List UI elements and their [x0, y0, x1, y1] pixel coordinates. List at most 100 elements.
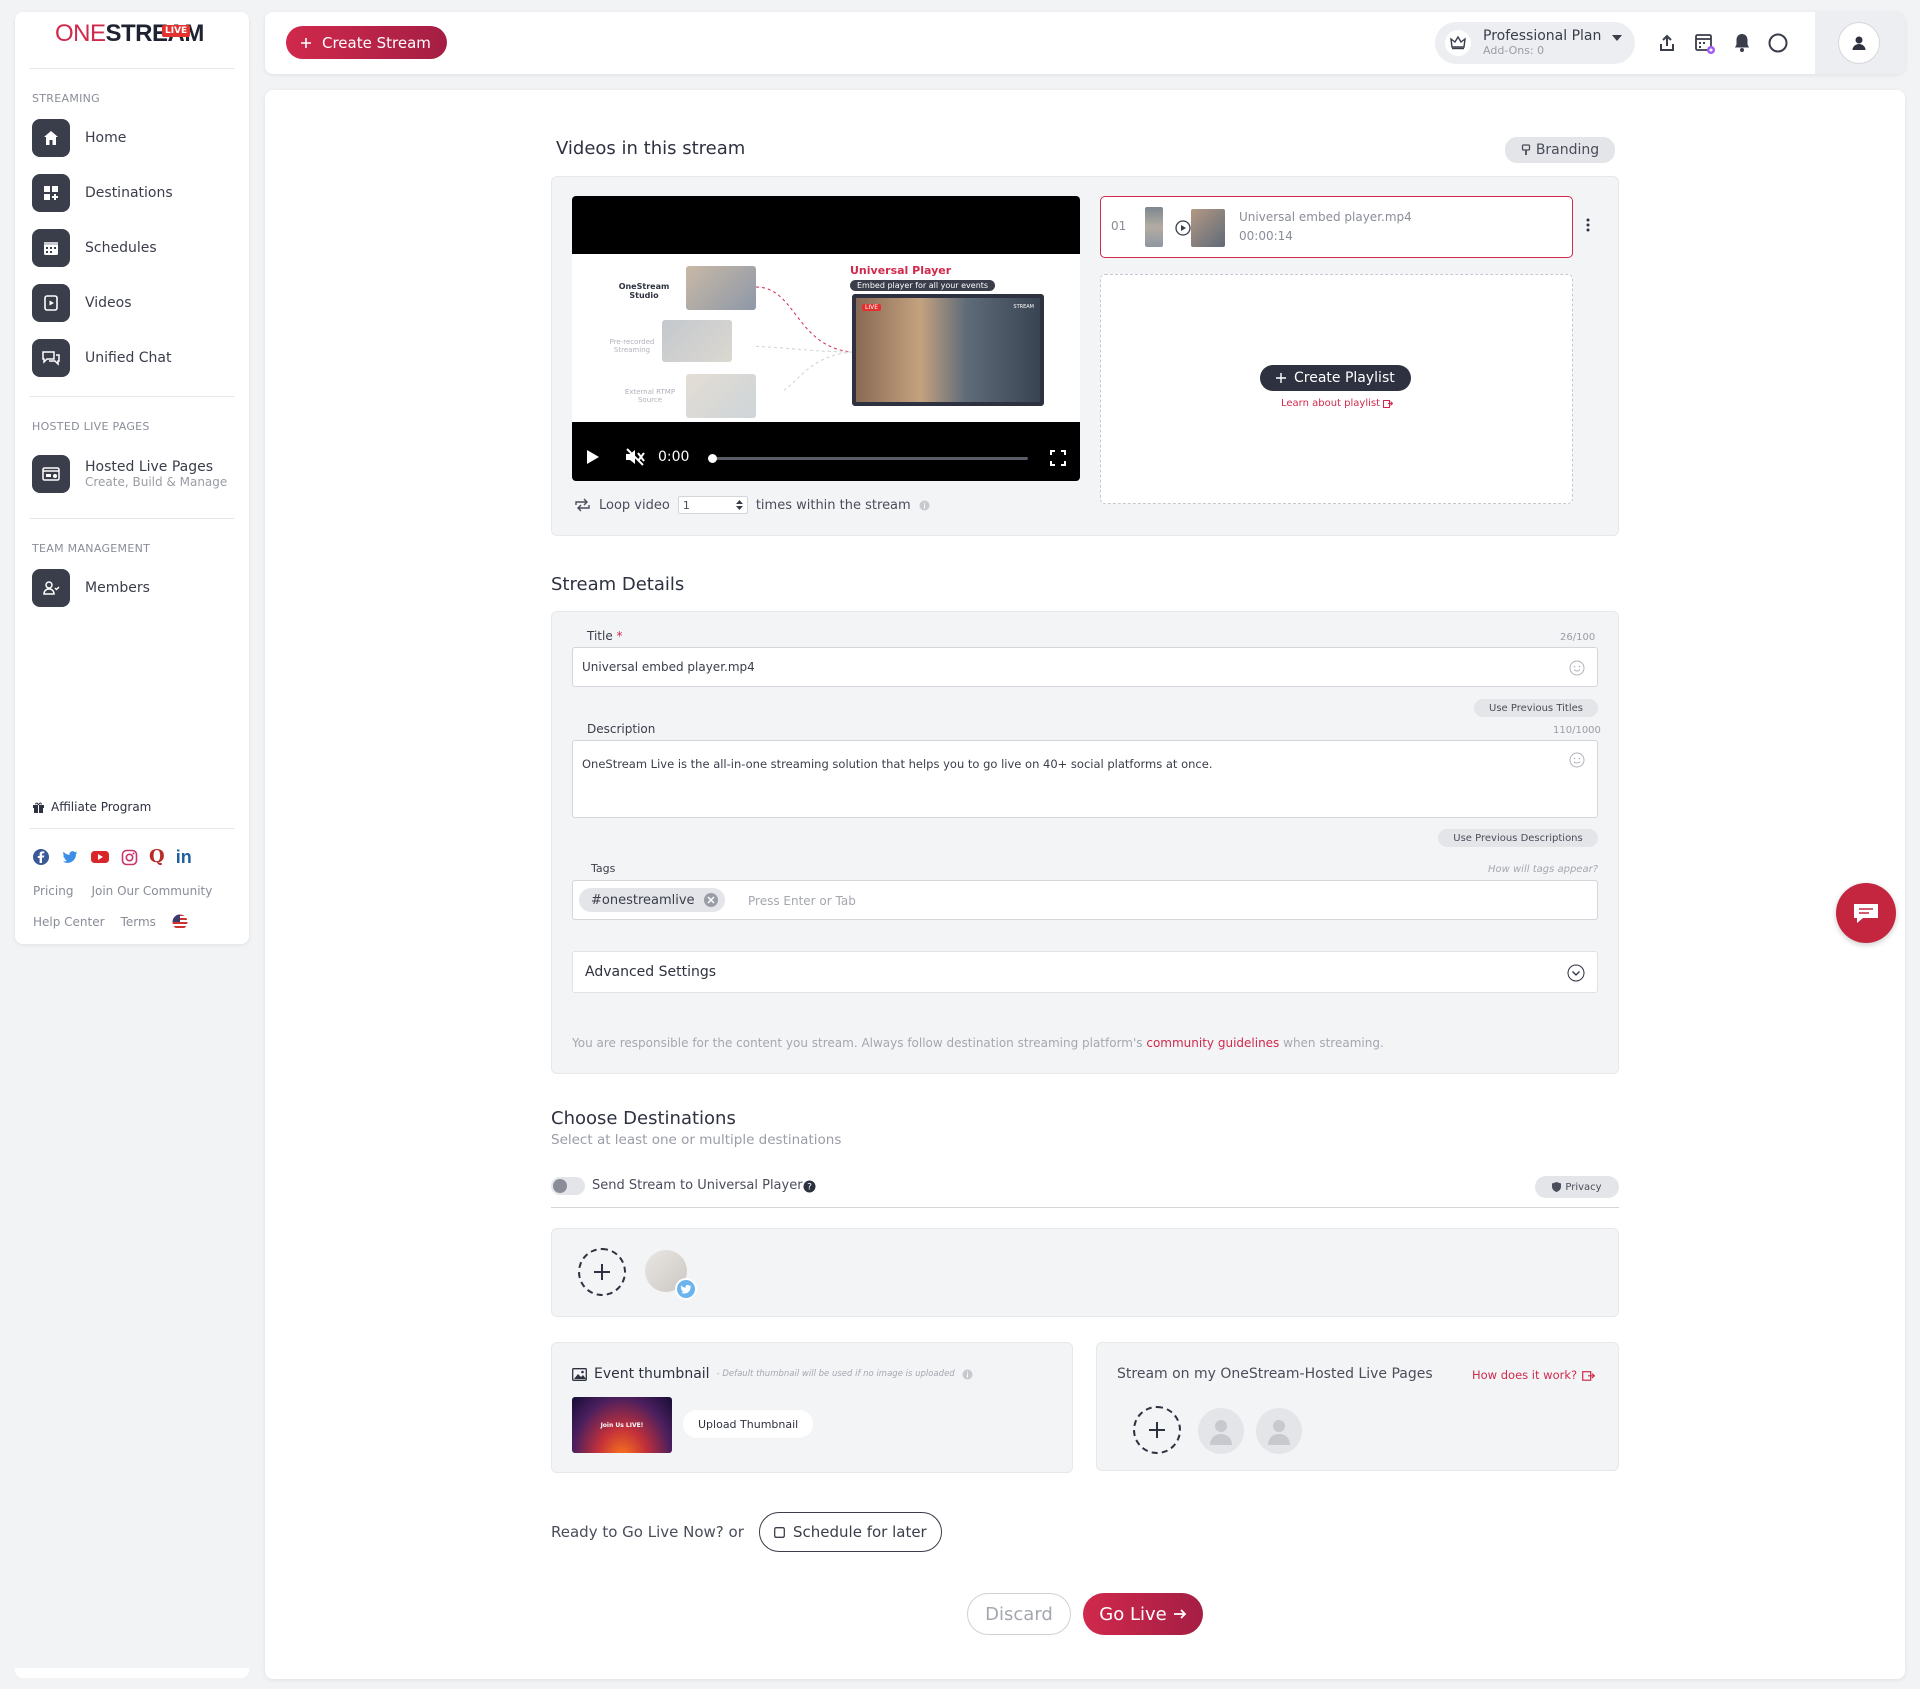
add-hosted-page-button[interactable]	[1133, 1406, 1181, 1454]
title-input[interactable]: Universal embed player.mp4	[572, 647, 1598, 687]
upload-thumbnail-button[interactable]: Upload Thumbnail	[683, 1410, 814, 1438]
home-icon	[32, 119, 70, 157]
sidebar-item-label: Videos	[85, 295, 132, 311]
help-center-link[interactable]: Help Center	[33, 915, 105, 929]
add-destination-button[interactable]	[578, 1248, 626, 1296]
chat-icon	[1851, 900, 1881, 926]
video-player[interactable]: OneStream Studio Pre-recorded Streaming …	[572, 196, 1080, 481]
play-circle-icon[interactable]	[1175, 220, 1191, 236]
sidebar-divider	[30, 396, 234, 397]
discard-button[interactable]: Discard	[967, 1593, 1071, 1635]
tags-input[interactable]: #onestreamlive Press Enter or Tab	[572, 880, 1598, 920]
description-textarea[interactable]: OneStream Live is the all-in-one streami…	[572, 740, 1598, 818]
plan-selector[interactable]: Professional Plan Add-Ons: 0	[1435, 22, 1635, 64]
theme-toggle-icon[interactable]	[1765, 30, 1791, 56]
use-previous-descriptions-button[interactable]: Use Previous Descriptions	[1438, 829, 1598, 847]
info-icon[interactable]	[919, 500, 930, 511]
ready-text: Ready to Go Live Now? or	[551, 1523, 744, 1541]
playlist-item[interactable]: 01 Universal embed player.mp4 00:00:14	[1100, 196, 1573, 258]
community-guidelines-link[interactable]: community guidelines	[1146, 1036, 1279, 1050]
disclaimer-text: You are responsible for the content you …	[572, 1036, 1147, 1050]
linkedin-icon[interactable]: in	[176, 848, 192, 866]
player-progress-track[interactable]	[708, 454, 1028, 463]
bell-icon[interactable]	[1729, 30, 1755, 56]
kebab-menu-icon[interactable]	[1586, 218, 1590, 232]
instagram-icon[interactable]	[121, 849, 138, 866]
loop-icon	[574, 498, 591, 512]
sidebar-item-sublabel: Create, Build & Manage	[85, 475, 228, 489]
sidebar-item-unified-chat[interactable]: Unified Chat	[32, 338, 232, 378]
preview-live-badge: LIVE	[862, 304, 882, 311]
preview-thumb-1	[686, 266, 756, 310]
fullscreen-icon[interactable]	[1050, 450, 1066, 466]
use-previous-titles-button[interactable]: Use Previous Titles	[1474, 699, 1598, 717]
hosted-page-avatar-2[interactable]	[1256, 1408, 1302, 1454]
hosted-page-avatar-1[interactable]	[1198, 1408, 1244, 1454]
grid-add-icon	[32, 174, 70, 212]
affiliate-program-link[interactable]: Affiliate Program	[32, 800, 151, 814]
schedule-for-later-button[interactable]: Schedule for later	[759, 1512, 942, 1552]
player-progress-knob[interactable]	[708, 454, 717, 463]
help-icon[interactable]: ?	[803, 1180, 816, 1193]
go-live-button[interactable]: Go Live	[1083, 1593, 1203, 1635]
destinations-heading: Choose Destinations	[551, 1108, 736, 1129]
universal-player-toggle[interactable]	[551, 1177, 585, 1195]
upload-icon[interactable]	[1654, 30, 1680, 56]
terms-link[interactable]: Terms	[121, 915, 156, 929]
toggle-knob	[553, 1179, 567, 1193]
tags-hint-link[interactable]: How will tags appear?	[1488, 864, 1598, 875]
sidebar-item-home[interactable]: Home	[32, 118, 232, 158]
event-thumbnail-image[interactable]: Join Us LIVE!	[572, 1397, 672, 1453]
create-stream-button[interactable]: Create Stream	[286, 26, 447, 59]
shield-icon	[1552, 1182, 1562, 1192]
emoji-icon[interactable]	[1569, 752, 1585, 768]
stepper-arrows-icon[interactable]	[735, 500, 743, 510]
sidebar-item-label: Schedules	[85, 240, 157, 256]
us-flag-icon[interactable]	[172, 914, 188, 930]
branding-button[interactable]: Branding	[1505, 137, 1615, 163]
muted-icon[interactable]	[624, 447, 646, 467]
description-counter: 110/1000	[1553, 725, 1601, 736]
learn-playlist-label: Learn about playlist	[1281, 398, 1381, 409]
chat-bubbles-icon	[32, 339, 70, 377]
youtube-icon[interactable]	[90, 849, 110, 865]
sidebar-item-members[interactable]: Members	[32, 568, 232, 608]
checkbox-icon[interactable]	[774, 1526, 785, 1538]
schedule-calendar-icon[interactable]	[1692, 30, 1718, 56]
facebook-icon[interactable]	[32, 848, 50, 866]
community-link[interactable]: Join Our Community	[91, 884, 212, 898]
learn-playlist-link[interactable]: Learn about playlist	[1281, 398, 1394, 409]
create-playlist-button[interactable]: Create Playlist	[1260, 365, 1411, 391]
sidebar-item-destinations[interactable]: Destinations	[32, 173, 232, 213]
advanced-settings-accordion[interactable]: Advanced Settings	[572, 951, 1598, 993]
quora-icon[interactable]: Q	[149, 848, 165, 866]
twitter-icon[interactable]	[61, 848, 79, 866]
how-does-it-work-link[interactable]: How does it work?	[1472, 1368, 1596, 1382]
event-thumbnail-header: Event thumbnail - Default thumbnail will…	[572, 1366, 973, 1382]
affiliate-label: Affiliate Program	[51, 800, 152, 814]
sidebar-item-schedules[interactable]: Schedules	[32, 228, 232, 268]
avatar[interactable]	[1838, 22, 1880, 64]
loop-count-stepper[interactable]: 1	[677, 496, 748, 514]
pricing-link[interactable]: Pricing	[33, 884, 73, 898]
remove-tag-icon[interactable]	[703, 892, 719, 908]
twitter-badge-icon	[675, 1278, 697, 1300]
info-icon[interactable]	[962, 1369, 973, 1380]
title-value: Universal embed player.mp4	[582, 660, 755, 674]
privacy-button[interactable]: Privacy	[1535, 1176, 1619, 1198]
emoji-icon[interactable]	[1569, 660, 1585, 676]
sidebar-divider	[30, 68, 234, 69]
plus-icon	[1147, 1420, 1167, 1440]
sidebar-item-label: Members	[85, 580, 150, 596]
logo-live-badge: LIVE	[162, 25, 191, 37]
video-frame: OneStream Studio Pre-recorded Streaming …	[572, 254, 1080, 422]
sidebar-item-videos[interactable]: Videos	[32, 283, 232, 323]
preview-connector-lines	[756, 286, 853, 392]
branding-label: Branding	[1535, 142, 1600, 158]
preview-stream-mark: STREAM	[1013, 304, 1034, 310]
privacy-label: Privacy	[1565, 1181, 1602, 1193]
play-icon[interactable]	[586, 449, 600, 465]
support-chat-button[interactable]	[1836, 883, 1896, 943]
playlist-item-index: 01	[1111, 219, 1127, 233]
sidebar-item-hosted-live-pages[interactable]: Hosted Live Pages Create, Build & Manage	[32, 452, 232, 496]
